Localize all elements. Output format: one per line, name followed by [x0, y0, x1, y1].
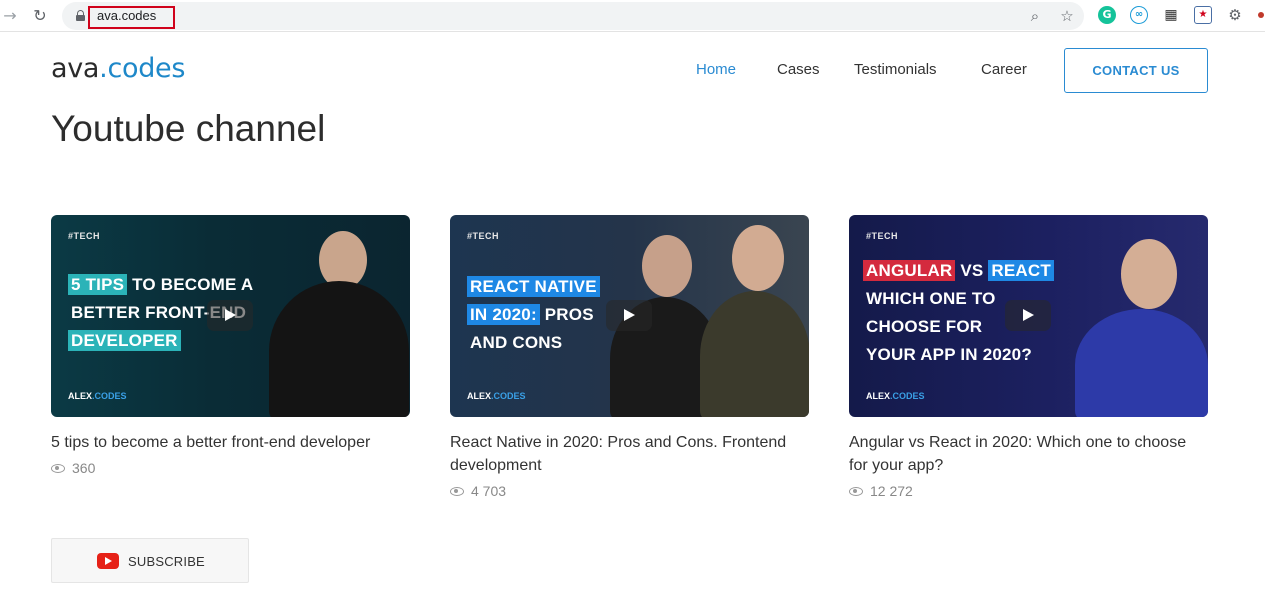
- page-title: Youtube channel: [51, 108, 326, 149]
- grid-icon[interactable]: ▦: [1162, 6, 1180, 24]
- thumbnail-highlight-text: 5 TIPS: [68, 274, 128, 295]
- thumbnail-tag: #TECH: [68, 231, 101, 241]
- profile-dot-icon[interactable]: [1258, 12, 1264, 18]
- play-icon[interactable]: [207, 300, 253, 331]
- thumbnail-text: AND CONS: [470, 333, 563, 352]
- thumbnail-text: TO BECOME A: [132, 275, 254, 294]
- play-icon[interactable]: [1005, 300, 1051, 331]
- extension-box-icon[interactable]: ★: [1194, 6, 1212, 24]
- thumbnail-text: WHICH ONE TO: [866, 289, 996, 308]
- video-card[interactable]: #TECH ANGULAR VS REACT WHICH ONE TO CHOO…: [849, 215, 1208, 499]
- view-count-value: 4 703: [471, 483, 507, 499]
- browser-toolbar: → ↻ ava.codes ⌕ ☆ G ∞ ▦ ★ ⚙: [0, 0, 1265, 32]
- thumbnail-brand-a: ALEX: [68, 391, 93, 401]
- thumbnail-highlight-text: REACT: [988, 260, 1054, 281]
- view-count-value: 360: [72, 460, 96, 476]
- subscribe-label: SUBSCRIBE: [128, 554, 205, 569]
- thumbnail-text: VS: [960, 261, 984, 280]
- view-count: 12 272: [849, 483, 1208, 499]
- thumbnail-highlight-text: ANGULAR: [863, 260, 956, 281]
- thumbnail-tag: #TECH: [866, 231, 899, 241]
- site-logo[interactable]: ava.codes: [51, 53, 185, 84]
- thumbnail-text: PROS: [544, 305, 594, 324]
- eye-icon: [849, 486, 863, 496]
- back-arrow-icon[interactable]: →: [0, 6, 20, 26]
- video-card[interactable]: #TECH REACT NATIVE IN 2020: PROS AND CON…: [450, 215, 809, 499]
- infinity-icon[interactable]: ∞: [1130, 6, 1148, 24]
- view-count: 360: [51, 460, 410, 476]
- presenter-image: [1121, 239, 1177, 309]
- video-title[interactable]: Angular vs React in 2020: Which one to c…: [849, 431, 1208, 477]
- thumbnail-brand-b: .CODES: [890, 391, 925, 401]
- thumbnail-highlight-text: REACT NATIVE: [467, 276, 600, 297]
- nav-testimonials-link[interactable]: Testimonials: [854, 61, 937, 78]
- presenter-body-image: [700, 291, 809, 417]
- url-highlight-box: [88, 6, 175, 29]
- video-title[interactable]: 5 tips to become a better front-end deve…: [51, 431, 410, 454]
- nav-cases-link[interactable]: Cases: [777, 61, 820, 78]
- video-thumbnail[interactable]: #TECH REACT NATIVE IN 2020: PROS AND CON…: [450, 215, 809, 417]
- subscribe-button[interactable]: SUBSCRIBE: [51, 538, 249, 583]
- thumbnail-brand-b: .CODES: [491, 391, 526, 401]
- thumbnail-text: CHOOSE FOR: [866, 317, 983, 336]
- thumbnail-brand: ALEX.CODES: [68, 391, 127, 401]
- presenter-image: [732, 225, 784, 291]
- thumbnail-brand-b: .CODES: [92, 391, 127, 401]
- thumbnail-highlight-text: IN 2020:: [467, 304, 540, 325]
- reload-icon[interactable]: ↻: [30, 6, 50, 26]
- grammarly-icon[interactable]: G: [1098, 6, 1116, 24]
- video-card[interactable]: #TECH 5 TIPS TO BECOME A BETTER FRONT-EN…: [51, 215, 410, 476]
- presenter-body-image: [1075, 309, 1208, 417]
- logo-text-part2: .codes: [99, 53, 186, 84]
- presenter-image: [642, 235, 692, 297]
- thumbnail-brand: ALEX.CODES: [467, 391, 526, 401]
- puzzle-icon[interactable]: ⚙: [1226, 6, 1244, 24]
- star-icon[interactable]: ☆: [1058, 7, 1076, 25]
- thumbnail-brand-a: ALEX: [467, 391, 492, 401]
- zoom-icon[interactable]: ⌕: [1026, 7, 1044, 25]
- lock-icon[interactable]: [76, 10, 85, 21]
- address-bar[interactable]: ava.codes ⌕ ☆: [62, 2, 1084, 30]
- thumbnail-brand: ALEX.CODES: [866, 391, 925, 401]
- video-title[interactable]: React Native in 2020: Pros and Cons. Fro…: [450, 431, 809, 477]
- thumbnail-brand-a: ALEX: [866, 391, 891, 401]
- eye-icon: [450, 486, 464, 496]
- eye-icon: [51, 463, 65, 473]
- nav-home-link[interactable]: Home: [696, 61, 736, 78]
- logo-text-part1: ava: [51, 53, 100, 84]
- video-thumbnail[interactable]: #TECH ANGULAR VS REACT WHICH ONE TO CHOO…: [849, 215, 1208, 417]
- youtube-icon: [97, 553, 119, 569]
- view-count: 4 703: [450, 483, 809, 499]
- nav-career-link[interactable]: Career: [981, 61, 1027, 78]
- thumbnail-text: YOUR APP IN 2020?: [866, 345, 1032, 364]
- video-thumbnail[interactable]: #TECH 5 TIPS TO BECOME A BETTER FRONT-EN…: [51, 215, 410, 417]
- contact-us-button[interactable]: CONTACT US: [1064, 48, 1208, 93]
- thumbnail-highlight-text: DEVELOPER: [68, 330, 181, 351]
- view-count-value: 12 272: [870, 483, 913, 499]
- presenter-body-image: [269, 281, 409, 417]
- play-icon[interactable]: [606, 300, 652, 331]
- thumbnail-tag: #TECH: [467, 231, 500, 241]
